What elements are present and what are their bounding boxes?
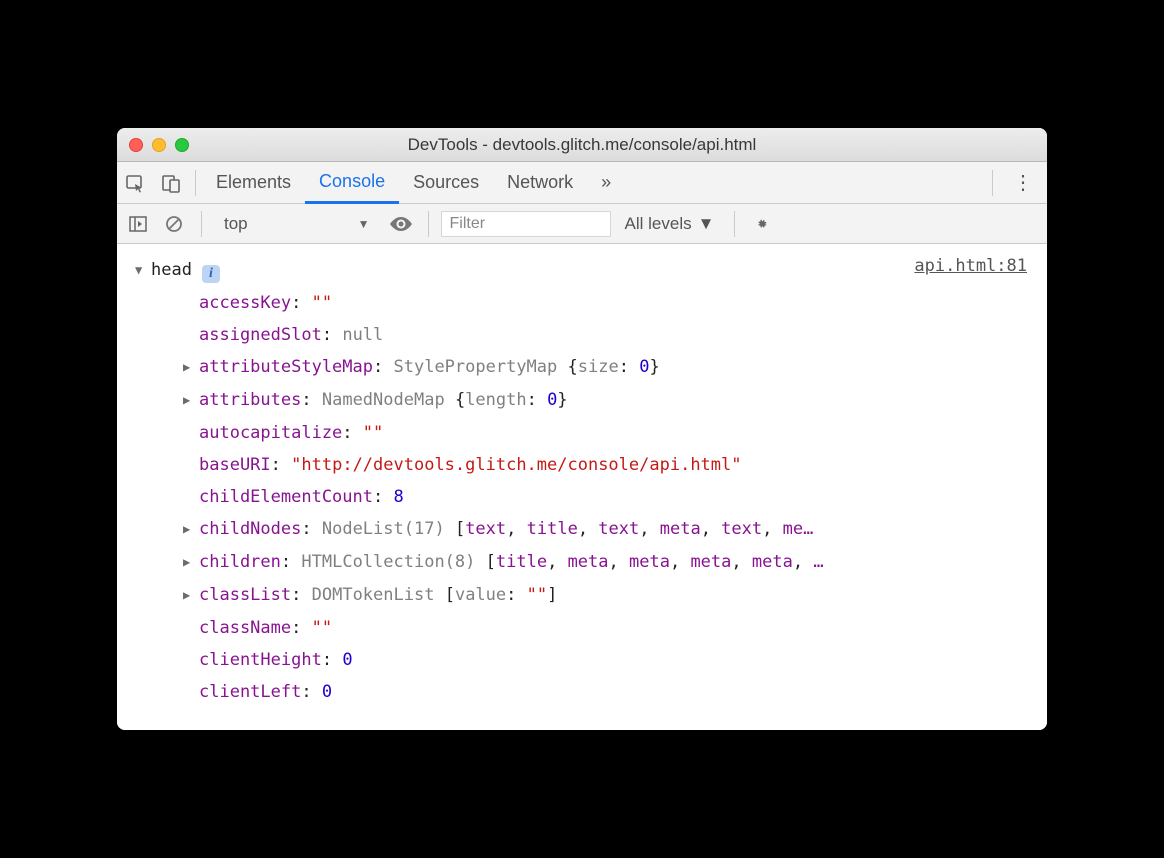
prop-value: null — [342, 319, 383, 351]
device-toggle-icon[interactable] — [153, 162, 189, 204]
tab-elements[interactable]: Elements — [202, 162, 305, 204]
prop-key: assignedSlot — [199, 319, 322, 351]
prop-value: "" — [312, 612, 332, 644]
prop-key: childElementCount — [199, 481, 373, 513]
prop-row[interactable]: ▶ classList: DOMTokenList [ value: "" ] — [135, 579, 1029, 612]
disclosure-triangle-icon[interactable]: ▶ — [183, 579, 197, 611]
context-label: top — [224, 214, 248, 234]
prop-type: DOMTokenList — [312, 579, 435, 611]
console-toolbar: top ▼ Filter All levels ▼ — [117, 204, 1047, 244]
more-menu-icon[interactable]: ⋮ — [999, 170, 1047, 195]
live-expression-icon[interactable] — [386, 209, 416, 239]
separator — [992, 170, 993, 196]
prop-value: "" — [363, 417, 383, 449]
inspect-icon[interactable] — [117, 162, 153, 204]
disclosure-triangle-icon[interactable]: ▼ — [135, 254, 149, 286]
tabs-overflow[interactable]: » — [587, 162, 625, 204]
prop-key: clientLeft — [199, 676, 301, 708]
traffic-lights — [129, 138, 189, 152]
context-selector[interactable]: top ▼ — [214, 209, 380, 239]
prop-type: HTMLCollection(8) — [301, 546, 475, 578]
filter-placeholder: Filter — [450, 215, 486, 233]
prop-row[interactable]: childElementCount: 8 — [135, 481, 1029, 513]
prop-key: baseURI — [199, 449, 271, 481]
separator — [195, 170, 196, 196]
source-link[interactable]: api.html:81 — [914, 250, 1027, 282]
disclosure-triangle-icon[interactable]: ▶ — [183, 351, 197, 383]
prop-type: NamedNodeMap — [322, 384, 445, 416]
prop-key: autocapitalize — [199, 417, 342, 449]
maximize-button[interactable] — [175, 138, 189, 152]
object-header[interactable]: ▼ head i — [135, 254, 1029, 287]
console-output: api.html:81 ▼ head i accessKey: "" assig… — [117, 244, 1047, 730]
prop-type: NodeList(17) — [322, 513, 445, 545]
prop-value: "" — [312, 287, 332, 319]
prop-type: StylePropertyMap — [394, 351, 558, 383]
prop-key: classList — [199, 579, 291, 611]
prop-row[interactable]: ▶ attributeStyleMap: StylePropertyMap { … — [135, 351, 1029, 384]
disclosure-triangle-icon[interactable]: ▶ — [183, 513, 197, 545]
prop-row[interactable]: accessKey: "" — [135, 287, 1029, 319]
prop-row[interactable]: clientLeft: 0 — [135, 676, 1029, 708]
prop-value: 8 — [394, 481, 404, 513]
prop-key: children — [199, 546, 281, 578]
prop-key: attributeStyleMap — [199, 351, 373, 383]
object-name: head — [151, 254, 192, 286]
prop-row[interactable]: ▶ children: HTMLCollection(8) [title, me… — [135, 546, 1029, 579]
separator — [428, 211, 429, 237]
prop-key: attributes — [199, 384, 301, 416]
minimize-button[interactable] — [152, 138, 166, 152]
tabbar: Elements Console Sources Network » ⋮ — [117, 162, 1047, 204]
prop-row[interactable]: autocapitalize: "" — [135, 417, 1029, 449]
sidebar-toggle-icon[interactable] — [123, 209, 153, 239]
devtools-window: DevTools - devtools.glitch.me/console/ap… — [117, 128, 1047, 730]
prop-row[interactable]: assignedSlot: null — [135, 319, 1029, 351]
prop-key: childNodes — [199, 513, 301, 545]
tab-sources[interactable]: Sources — [399, 162, 493, 204]
prop-key: clientHeight — [199, 644, 322, 676]
tab-network[interactable]: Network — [493, 162, 587, 204]
prop-row[interactable]: baseURI: "http://devtools.glitch.me/cons… — [135, 449, 1029, 481]
settings-icon[interactable] — [747, 209, 777, 239]
prop-value: 0 — [322, 676, 332, 708]
prop-row[interactable]: ▶ childNodes: NodeList(17) [text, title,… — [135, 513, 1029, 546]
clear-console-icon[interactable] — [159, 209, 189, 239]
prop-row[interactable]: clientHeight: 0 — [135, 644, 1029, 676]
window-title: DevTools - devtools.glitch.me/console/ap… — [117, 135, 1047, 155]
prop-row[interactable]: className: "" — [135, 612, 1029, 644]
info-icon[interactable]: i — [202, 265, 220, 283]
prop-row[interactable]: ▶ attributes: NamedNodeMap { length: 0 } — [135, 384, 1029, 417]
disclosure-triangle-icon[interactable]: ▶ — [183, 384, 197, 416]
prop-value: 0 — [342, 644, 352, 676]
chevron-down-icon: ▼ — [698, 214, 715, 234]
tab-console[interactable]: Console — [305, 162, 399, 204]
disclosure-triangle-icon[interactable]: ▶ — [183, 546, 197, 578]
levels-label: All levels — [625, 214, 692, 234]
close-button[interactable] — [129, 138, 143, 152]
prop-key: className — [199, 612, 291, 644]
prop-key: accessKey — [199, 287, 291, 319]
separator — [201, 211, 202, 237]
separator — [734, 211, 735, 237]
log-levels-selector[interactable]: All levels ▼ — [617, 214, 723, 234]
titlebar: DevTools - devtools.glitch.me/console/ap… — [117, 128, 1047, 162]
chevron-down-icon: ▼ — [358, 217, 370, 231]
filter-input[interactable]: Filter — [441, 211, 611, 237]
prop-value: "http://devtools.glitch.me/console/api.h… — [291, 449, 741, 481]
